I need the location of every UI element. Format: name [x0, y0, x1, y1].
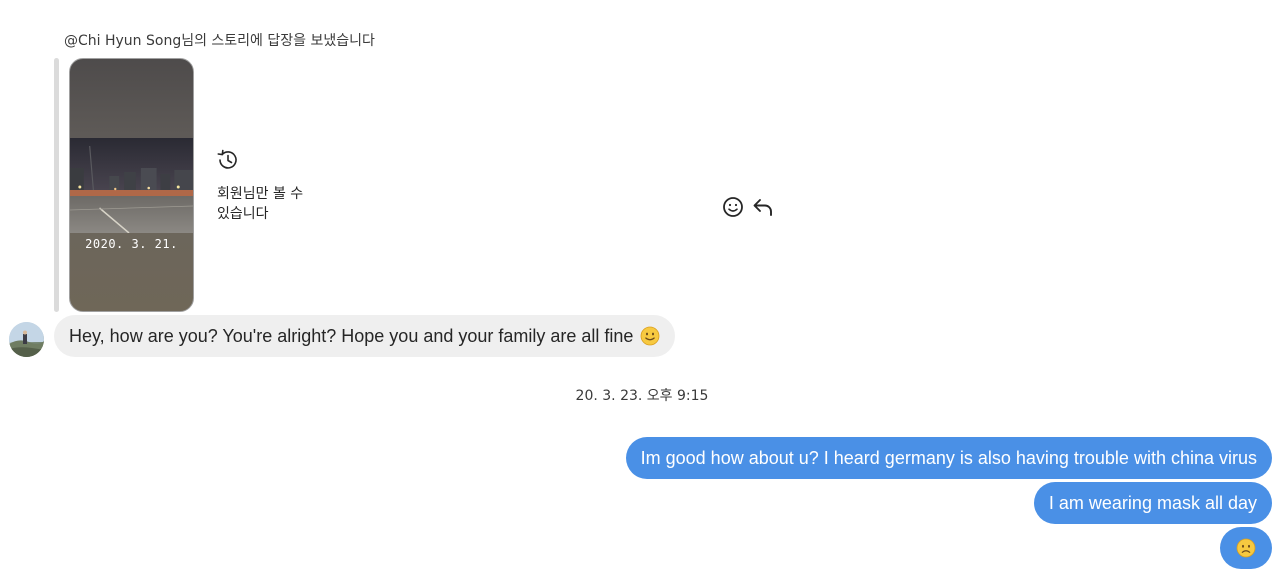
story-reply-caption: @Chi Hyun Song님의 스토리에 답장을 보냈습니다 [64, 33, 375, 49]
story-photo [70, 138, 193, 233]
reply-arrow-icon[interactable] [751, 195, 775, 219]
frowning-face-icon [1236, 538, 1256, 558]
quote-bar [54, 58, 59, 312]
story-date: 2020. 3. 21. [85, 237, 178, 251]
history-clock-icon [217, 149, 237, 169]
dm-thread: @Chi Hyun Song님의 스토리에 답장을 보냈습니다 2020. 3.… [0, 0, 1280, 587]
message-text: I am wearing mask all day [1048, 493, 1257, 513]
story-expired-text: 회원님만 볼 수 있습니다 [217, 186, 304, 222]
story-thumbnail[interactable]: 2020. 3. 21. [69, 58, 194, 312]
message-timestamp: 20. 3. 23. 오후 9:15 [575, 388, 709, 404]
smiley-icon[interactable] [721, 195, 745, 219]
message-text: Im good how about u? I heard germany is … [640, 448, 1257, 468]
avatar[interactable] [9, 322, 44, 357]
outgoing-message[interactable]: I am wearing mask all day [1033, 482, 1272, 524]
outgoing-message[interactable]: Im good how about u? I heard germany is … [625, 437, 1272, 479]
outgoing-emoji-message[interactable] [1220, 527, 1272, 569]
incoming-message[interactable]: Hey, how are you? You're alright? Hope y… [54, 315, 676, 357]
message-text: Hey, how are you? You're alright? Hope y… [69, 326, 634, 346]
avatar-photo [9, 322, 44, 357]
slightly-smiling-face-icon [641, 326, 660, 346]
